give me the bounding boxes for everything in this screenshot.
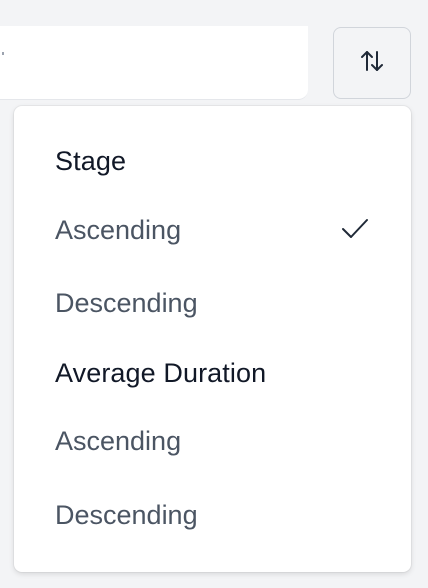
option-label: Ascending xyxy=(55,425,182,456)
option-label: Descending xyxy=(55,499,198,530)
sort-arrows-icon xyxy=(358,47,386,80)
option-duration-descending[interactable]: Descending xyxy=(14,487,411,543)
option-stage-ascending[interactable]: Ascending xyxy=(14,202,411,258)
option-stage-descending[interactable]: Descending xyxy=(14,275,411,331)
option-label: Descending xyxy=(55,287,198,318)
sort-button[interactable] xyxy=(333,27,411,99)
page: Stage Ascending Descending Average Durat… xyxy=(0,0,428,588)
sort-dropdown-menu: Stage Ascending Descending Average Durat… xyxy=(14,106,411,572)
option-duration-ascending[interactable]: Ascending xyxy=(14,413,411,469)
group-header-stage: Stage xyxy=(55,146,127,176)
text-cursor xyxy=(2,52,4,55)
checkmark-icon xyxy=(340,216,370,242)
search-input[interactable] xyxy=(0,26,308,100)
option-label: Ascending xyxy=(55,214,182,245)
group-header-average-duration: Average Duration xyxy=(55,358,267,388)
